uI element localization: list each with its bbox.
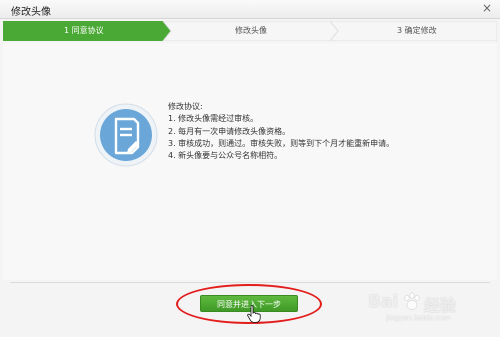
dialog-titlebar: 修改头像 × <box>0 0 500 19</box>
agreement-item-3: 3. 审核成功，则通过。审核失败，则等到下个月才能重新申请。 <box>168 138 395 148</box>
agreement-text: 修改协议: 1. 修改头像需经过审核。 2. 每月有一次申请修改头像资格。 3.… <box>168 101 394 162</box>
hand-cursor-icon <box>247 305 261 323</box>
agreement-heading: 修改协议: <box>168 102 203 111</box>
watermark-jingyan: 经验 <box>424 296 457 315</box>
watermark-url: jingyan.baidu.com <box>386 314 451 322</box>
dialog-title: 修改头像 <box>11 7 51 18</box>
step-progress-bar: 1 同意协议 修改头像 3 确定修改 <box>3 20 498 42</box>
baidu-paw-icon <box>404 292 420 310</box>
close-icon[interactable]: × <box>482 2 492 15</box>
watermark-bai: Bai <box>368 292 399 312</box>
step-2-label: 修改头像 <box>235 26 267 35</box>
agreement-item-4: 4. 新头像要与公众号名称相符。 <box>168 151 283 161</box>
agreement-item-2: 2. 每月有一次申请修改头像资格。 <box>168 126 291 136</box>
step-3-label: 3 确定修改 <box>397 26 437 35</box>
agreement-item-1: 1. 修改头像需经过审核。 <box>168 114 259 124</box>
step-1-label: 1 同意协议 <box>64 26 104 35</box>
document-edit-icon <box>94 103 158 167</box>
baidu-watermark: Bai 经验 jingyan.baidu.com <box>366 290 486 326</box>
footer-divider <box>10 282 490 283</box>
